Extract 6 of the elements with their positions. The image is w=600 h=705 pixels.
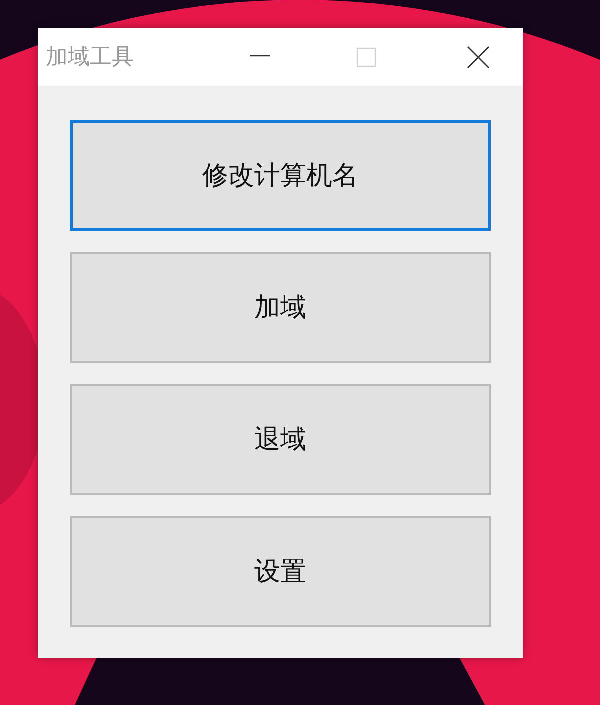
action-button[interactable]: 退域 [70, 384, 491, 495]
action-button[interactable]: 加域 [70, 252, 491, 363]
close-button[interactable] [466, 46, 491, 68]
window-title: 加域工具 [46, 44, 135, 72]
action-button[interactable]: 设置 [70, 516, 491, 627]
action-button[interactable]: 修改计算机名 [70, 120, 491, 231]
